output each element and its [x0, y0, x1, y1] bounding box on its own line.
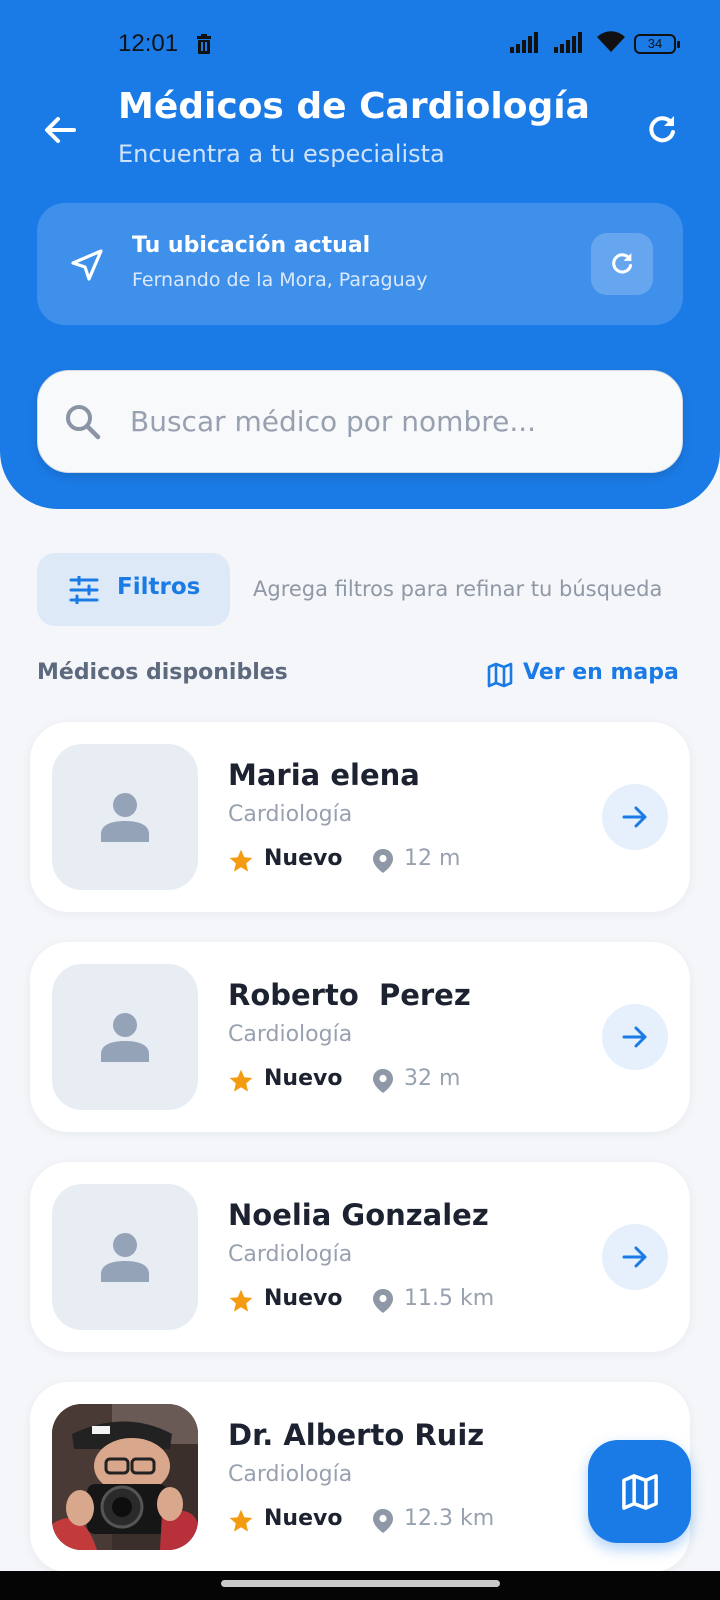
filters-label: Filtros	[117, 574, 201, 600]
doctor-card[interactable]: Roberto Perez Cardiología Nuevo 32 m	[30, 942, 690, 1132]
star-icon	[229, 849, 253, 872]
sliders-icon	[69, 576, 99, 604]
page-title: Médicos de Cardiología	[118, 86, 590, 127]
doctor-card[interactable]: Noelia Gonzalez Cardiología Nuevo 11.5 k…	[30, 1162, 690, 1352]
location-pin-icon	[373, 1069, 393, 1093]
back-arrow-icon[interactable]	[40, 110, 80, 150]
doctor-specialty: Cardiología	[228, 802, 353, 827]
doctor-name: Dr. Alberto Ruiz	[228, 1418, 485, 1452]
star-icon	[229, 1509, 253, 1532]
distance-label: 11.5 km	[404, 1286, 495, 1311]
doctor-photo	[52, 1404, 198, 1550]
rating-label: Nuevo	[264, 1286, 343, 1311]
arrow-right-icon	[622, 1246, 647, 1268]
home-gesture-handle[interactable]	[221, 1580, 500, 1587]
doctor-card[interactable]: Maria elena Cardiología Nuevo 12 m	[30, 722, 690, 912]
location-pin-icon	[373, 1289, 393, 1313]
view-map-label: Ver en mapa	[523, 660, 679, 685]
view-doctor-button[interactable]	[602, 1004, 668, 1070]
doctor-specialty: Cardiología	[228, 1242, 353, 1267]
map-icon	[487, 662, 513, 688]
star-icon	[229, 1069, 253, 1092]
refresh-icon[interactable]	[644, 112, 680, 148]
doctor-avatar	[52, 1184, 198, 1330]
search-input[interactable]	[130, 391, 650, 451]
person-icon	[101, 1233, 149, 1282]
refresh-location-button[interactable]	[591, 233, 653, 295]
wifi-icon	[597, 31, 625, 52]
distance-label: 32 m	[404, 1066, 461, 1091]
rating-label: Nuevo	[264, 1506, 343, 1531]
refresh-icon	[612, 253, 633, 274]
doctor-avatar	[52, 744, 198, 890]
location-address: Fernando de la Mora, Paraguay	[132, 269, 428, 291]
view-doctor-button[interactable]	[602, 784, 668, 850]
rating-label: Nuevo	[264, 846, 343, 871]
doctor-specialty: Cardiología	[228, 1022, 353, 1047]
distance-label: 12 m	[404, 846, 461, 871]
signal-icon-2	[554, 32, 582, 53]
section-title: Médicos disponibles	[37, 660, 288, 685]
search-icon	[66, 405, 101, 440]
location-pin-icon	[373, 849, 393, 873]
person-icon	[101, 793, 149, 842]
page-subtitle: Encuentra a tu especialista	[118, 140, 445, 168]
trash-icon	[197, 34, 211, 54]
photographer-photo-icon	[52, 1404, 198, 1550]
view-doctor-button[interactable]	[602, 1224, 668, 1290]
star-icon	[229, 1289, 253, 1312]
rating-label: Nuevo	[264, 1066, 343, 1091]
doctor-name: Maria elena	[228, 758, 420, 792]
map-fab-button[interactable]	[588, 1440, 691, 1543]
search-bar[interactable]	[37, 370, 683, 473]
navigation-arrow-icon	[71, 249, 103, 281]
map-icon	[622, 1474, 658, 1510]
status-bar: 12:01 34	[0, 28, 720, 62]
battery-indicator: 34	[634, 34, 680, 54]
arrow-right-icon	[622, 806, 647, 828]
status-time: 12:01	[118, 30, 179, 57]
filters-button[interactable]: Filtros	[37, 553, 230, 626]
filters-hint: Agrega filtros para refinar tu búsqueda	[253, 577, 663, 601]
location-title: Tu ubicación actual	[132, 233, 371, 258]
location-card: Tu ubicación actual Fernando de la Mora,…	[37, 203, 683, 325]
header: 12:01 34 Médicos de Cardiología Encuentr…	[0, 0, 720, 509]
signal-icon	[510, 32, 538, 53]
person-icon	[101, 1013, 149, 1062]
doctor-specialty: Cardiología	[228, 1462, 353, 1487]
distance-label: 12.3 km	[404, 1506, 495, 1531]
doctor-name: Noelia Gonzalez	[228, 1198, 489, 1232]
doctor-name: Roberto Perez	[228, 978, 471, 1012]
arrow-right-icon	[622, 1026, 647, 1048]
doctor-avatar	[52, 964, 198, 1110]
location-pin-icon	[373, 1509, 393, 1533]
view-map-link[interactable]: Ver en mapa	[487, 660, 683, 692]
